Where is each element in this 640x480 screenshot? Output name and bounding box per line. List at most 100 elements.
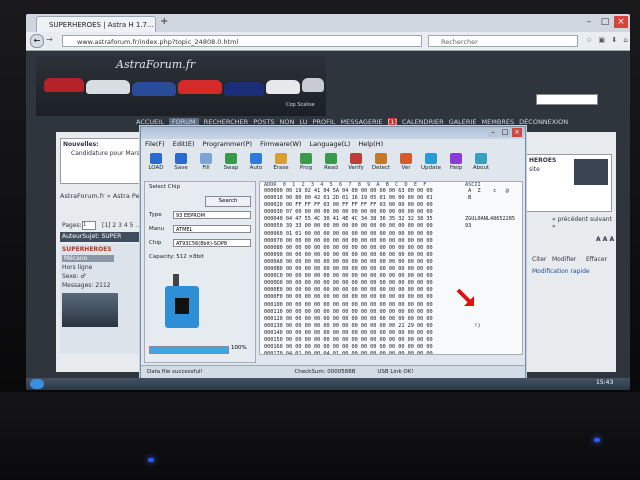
delete-button[interactable]: Effacer xyxy=(586,256,607,263)
menu-language[interactable]: Language(L) xyxy=(310,140,351,148)
toolbar-swap-button[interactable]: Swap xyxy=(220,153,242,177)
menu-profil[interactable]: PROFIL xyxy=(313,118,336,126)
site-logo: AstraForum.fr xyxy=(116,58,196,71)
manufacturer-label: Manu xyxy=(149,226,165,232)
browser-icon-tray[interactable]: ☆ ▣ ⬇ ⌂ ☰ xyxy=(586,36,630,46)
menu-help[interactable]: Help(H) xyxy=(358,140,383,148)
read-icon xyxy=(325,153,337,164)
hex-row[interactable]: 000050 39 33 00 00 00 00 00 00 00 00 00 … xyxy=(264,223,433,230)
chip-select[interactable]: AT93C56(8bit)-SOP8 xyxy=(173,239,251,247)
hex-row[interactable]: 000100 00 00 00 00 00 00 00 00 00 00 00 … xyxy=(264,302,433,309)
toolbar-load-button[interactable]: LOAD xyxy=(145,153,167,177)
menu-edit[interactable]: Edit(E) xyxy=(173,140,195,148)
hex-row[interactable]: 000160 00 00 00 00 00 00 00 00 00 00 00 … xyxy=(264,344,433,351)
maximize-icon[interactable]: □ xyxy=(598,16,612,28)
menu-accueil[interactable]: ACCUEIL xyxy=(136,118,164,126)
search-input[interactable]: Rechercher xyxy=(428,35,578,47)
programmer-maximize-icon[interactable]: □ xyxy=(500,128,510,137)
hex-row[interactable]: 000110 00 00 00 00 00 00 00 00 00 00 00 … xyxy=(264,309,433,316)
toolbar-update-button[interactable]: Update xyxy=(420,153,442,177)
url-input[interactable]: www.astraforum.fr/index.php?topic_24808.… xyxy=(62,35,422,47)
toolbar-prog-button[interactable]: Prog xyxy=(295,153,317,177)
new-tab-button[interactable]: + xyxy=(160,16,168,27)
font-size-control[interactable]: A A A xyxy=(596,236,614,243)
toolbar-about-button[interactable]: About xyxy=(470,153,492,177)
menu-messagerie[interactable]: MESSAGERIE xyxy=(341,118,383,126)
toolbar-read-button[interactable]: Read xyxy=(320,153,342,177)
toolbar-verify-button[interactable]: Verify xyxy=(345,153,367,177)
quick-edit-link[interactable]: Modification rapide xyxy=(532,268,590,275)
menu-forum[interactable]: FORUM xyxy=(168,118,199,126)
programmer-window: × □ – File(F) Edit(E) Programmer(P) Firm… xyxy=(140,126,526,378)
hex-view[interactable]: ADDR 0 1 2 3 4 5 6 7 8 9 A B C D E F ASC… xyxy=(259,181,523,355)
author-name[interactable]: SUPERHEROES xyxy=(62,246,138,253)
hex-row[interactable]: 000130 00 00 00 00 00 00 00 00 00 00 00 … xyxy=(264,323,433,330)
modify-button[interactable]: Modifier xyxy=(552,256,576,263)
toolbar-auto-button[interactable]: Auto xyxy=(245,153,267,177)
hex-row[interactable]: 0000D0 00 00 00 00 00 00 00 00 00 00 00 … xyxy=(264,280,433,287)
hex-row[interactable]: 000080 00 00 00 00 00 00 00 00 00 00 00 … xyxy=(264,245,433,252)
menu-posts-non-lu[interactable]: POSTS NON LU xyxy=(253,118,307,126)
hex-row[interactable]: 0000B0 00 00 00 00 00 00 00 00 00 00 00 … xyxy=(264,266,433,273)
hex-row[interactable]: 000020 00 FF FF FF 03 00 FF FF FF FF 03 … xyxy=(264,202,433,209)
menu-deconnexion[interactable]: DÉCONNEXION xyxy=(519,118,568,126)
prev-next-links[interactable]: « précédent suivant » xyxy=(552,216,616,230)
type-select[interactable]: 93 EEPROM xyxy=(173,211,251,219)
toolbar-fill-button[interactable]: Fill xyxy=(195,153,217,177)
hex-row[interactable]: 0000A0 00 00 00 00 00 00 00 00 00 00 00 … xyxy=(264,259,433,266)
browser-tab[interactable]: SUPERHEROES | Astra H 1.7... xyxy=(36,16,156,32)
quote-button[interactable]: Citer xyxy=(532,256,546,263)
menu-membres[interactable]: MEMBRES xyxy=(482,118,515,126)
ascii-row xyxy=(465,209,515,216)
hex-row[interactable]: 000040 04 47 55 4C 30 41 4E 4C 34 38 36 … xyxy=(264,216,433,223)
hex-row[interactable]: 000010 00 80 00 42 01 2D 01 16 19 05 01 … xyxy=(264,195,433,202)
about-icon xyxy=(475,153,487,164)
verify-icon xyxy=(350,153,362,164)
toolbar-erase-button[interactable]: Erase xyxy=(270,153,292,177)
hex-row[interactable]: 0000C0 00 00 00 00 00 00 00 00 00 00 00 … xyxy=(264,273,433,280)
author-badge: Mécano xyxy=(62,255,114,262)
hex-row[interactable]: 000170 04 01 00 00 04 01 00 00 00 00 00 … xyxy=(264,351,433,354)
select-chip-title: Select Chip xyxy=(149,184,181,190)
forward-icon[interactable]: → xyxy=(46,35,58,45)
car-thumbnail xyxy=(574,159,608,185)
hex-row[interactable]: 0000F0 00 00 00 00 00 00 00 00 00 00 00 … xyxy=(264,294,433,301)
menu-file[interactable]: File(F) xyxy=(145,140,165,148)
hex-row[interactable]: 000000 00 19 02 41 04 5A 04 00 00 00 00 … xyxy=(264,188,433,195)
hex-rows: 000000 00 19 02 41 04 5A 04 00 00 00 00 … xyxy=(264,188,433,354)
status-bar: Data file successful! CheckSum: 0000588B… xyxy=(141,365,525,378)
toolbar-label: Fill xyxy=(202,165,210,171)
manufacturer-select[interactable]: ATMEL xyxy=(173,225,251,233)
toolbar-help-button[interactable]: Help xyxy=(445,153,467,177)
hex-row[interactable]: 000090 00 00 00 00 00 00 00 00 00 00 00 … xyxy=(264,252,433,259)
search-chip-button[interactable]: Search xyxy=(205,196,251,207)
menu-galerie[interactable]: GALERIE xyxy=(449,118,477,126)
start-button[interactable] xyxy=(30,379,44,389)
ascii-row xyxy=(465,259,515,266)
hex-row[interactable]: 0000E0 00 00 00 00 00 00 00 00 00 00 00 … xyxy=(264,287,433,294)
close-icon[interactable]: × xyxy=(614,16,628,28)
menu-calendrier[interactable]: CALENDRIER xyxy=(402,118,444,126)
programmer-minimize-icon[interactable]: – xyxy=(488,128,498,137)
hex-row[interactable]: 000070 00 00 00 00 00 00 00 00 00 00 00 … xyxy=(264,238,433,245)
menu-firmware[interactable]: Firmware(W) xyxy=(260,140,301,148)
toolbar-save-button[interactable]: Save xyxy=(170,153,192,177)
menu-rechercher[interactable]: RECHERCHER xyxy=(204,118,248,126)
minimize-icon[interactable]: – xyxy=(582,16,596,28)
hex-row[interactable]: 000120 00 00 00 00 00 00 00 00 00 00 00 … xyxy=(264,316,433,323)
forum-banner: AstraForum.fr Cop Scalise xyxy=(36,56,326,116)
ascii-row: A Z c @ xyxy=(465,188,509,194)
toolbar-ver-button[interactable]: Ver xyxy=(395,153,417,177)
back-icon[interactable]: ← xyxy=(30,34,44,48)
hex-row[interactable]: 000030 07 00 00 00 00 00 00 00 00 00 00 … xyxy=(264,209,433,216)
hex-row[interactable]: 000150 00 00 00 00 00 00 00 00 00 00 00 … xyxy=(264,337,433,344)
toolbar-detect-button[interactable]: Detect xyxy=(370,153,392,177)
pages-select[interactable]: 1 xyxy=(82,221,96,230)
hex-row[interactable]: 000140 00 00 00 00 00 00 00 00 00 00 00 … xyxy=(264,330,433,337)
forum-search-input[interactable] xyxy=(536,94,598,105)
toolbar-label: Update xyxy=(421,165,441,171)
menu-programmer[interactable]: Programmer(P) xyxy=(203,140,252,148)
hex-row[interactable]: 000060 01 01 00 00 00 00 00 00 00 00 00 … xyxy=(264,231,433,238)
browser-tab-bar: SUPERHEROES | Astra H 1.7... + – □ × xyxy=(26,14,630,32)
programmer-close-icon[interactable]: × xyxy=(512,128,522,137)
